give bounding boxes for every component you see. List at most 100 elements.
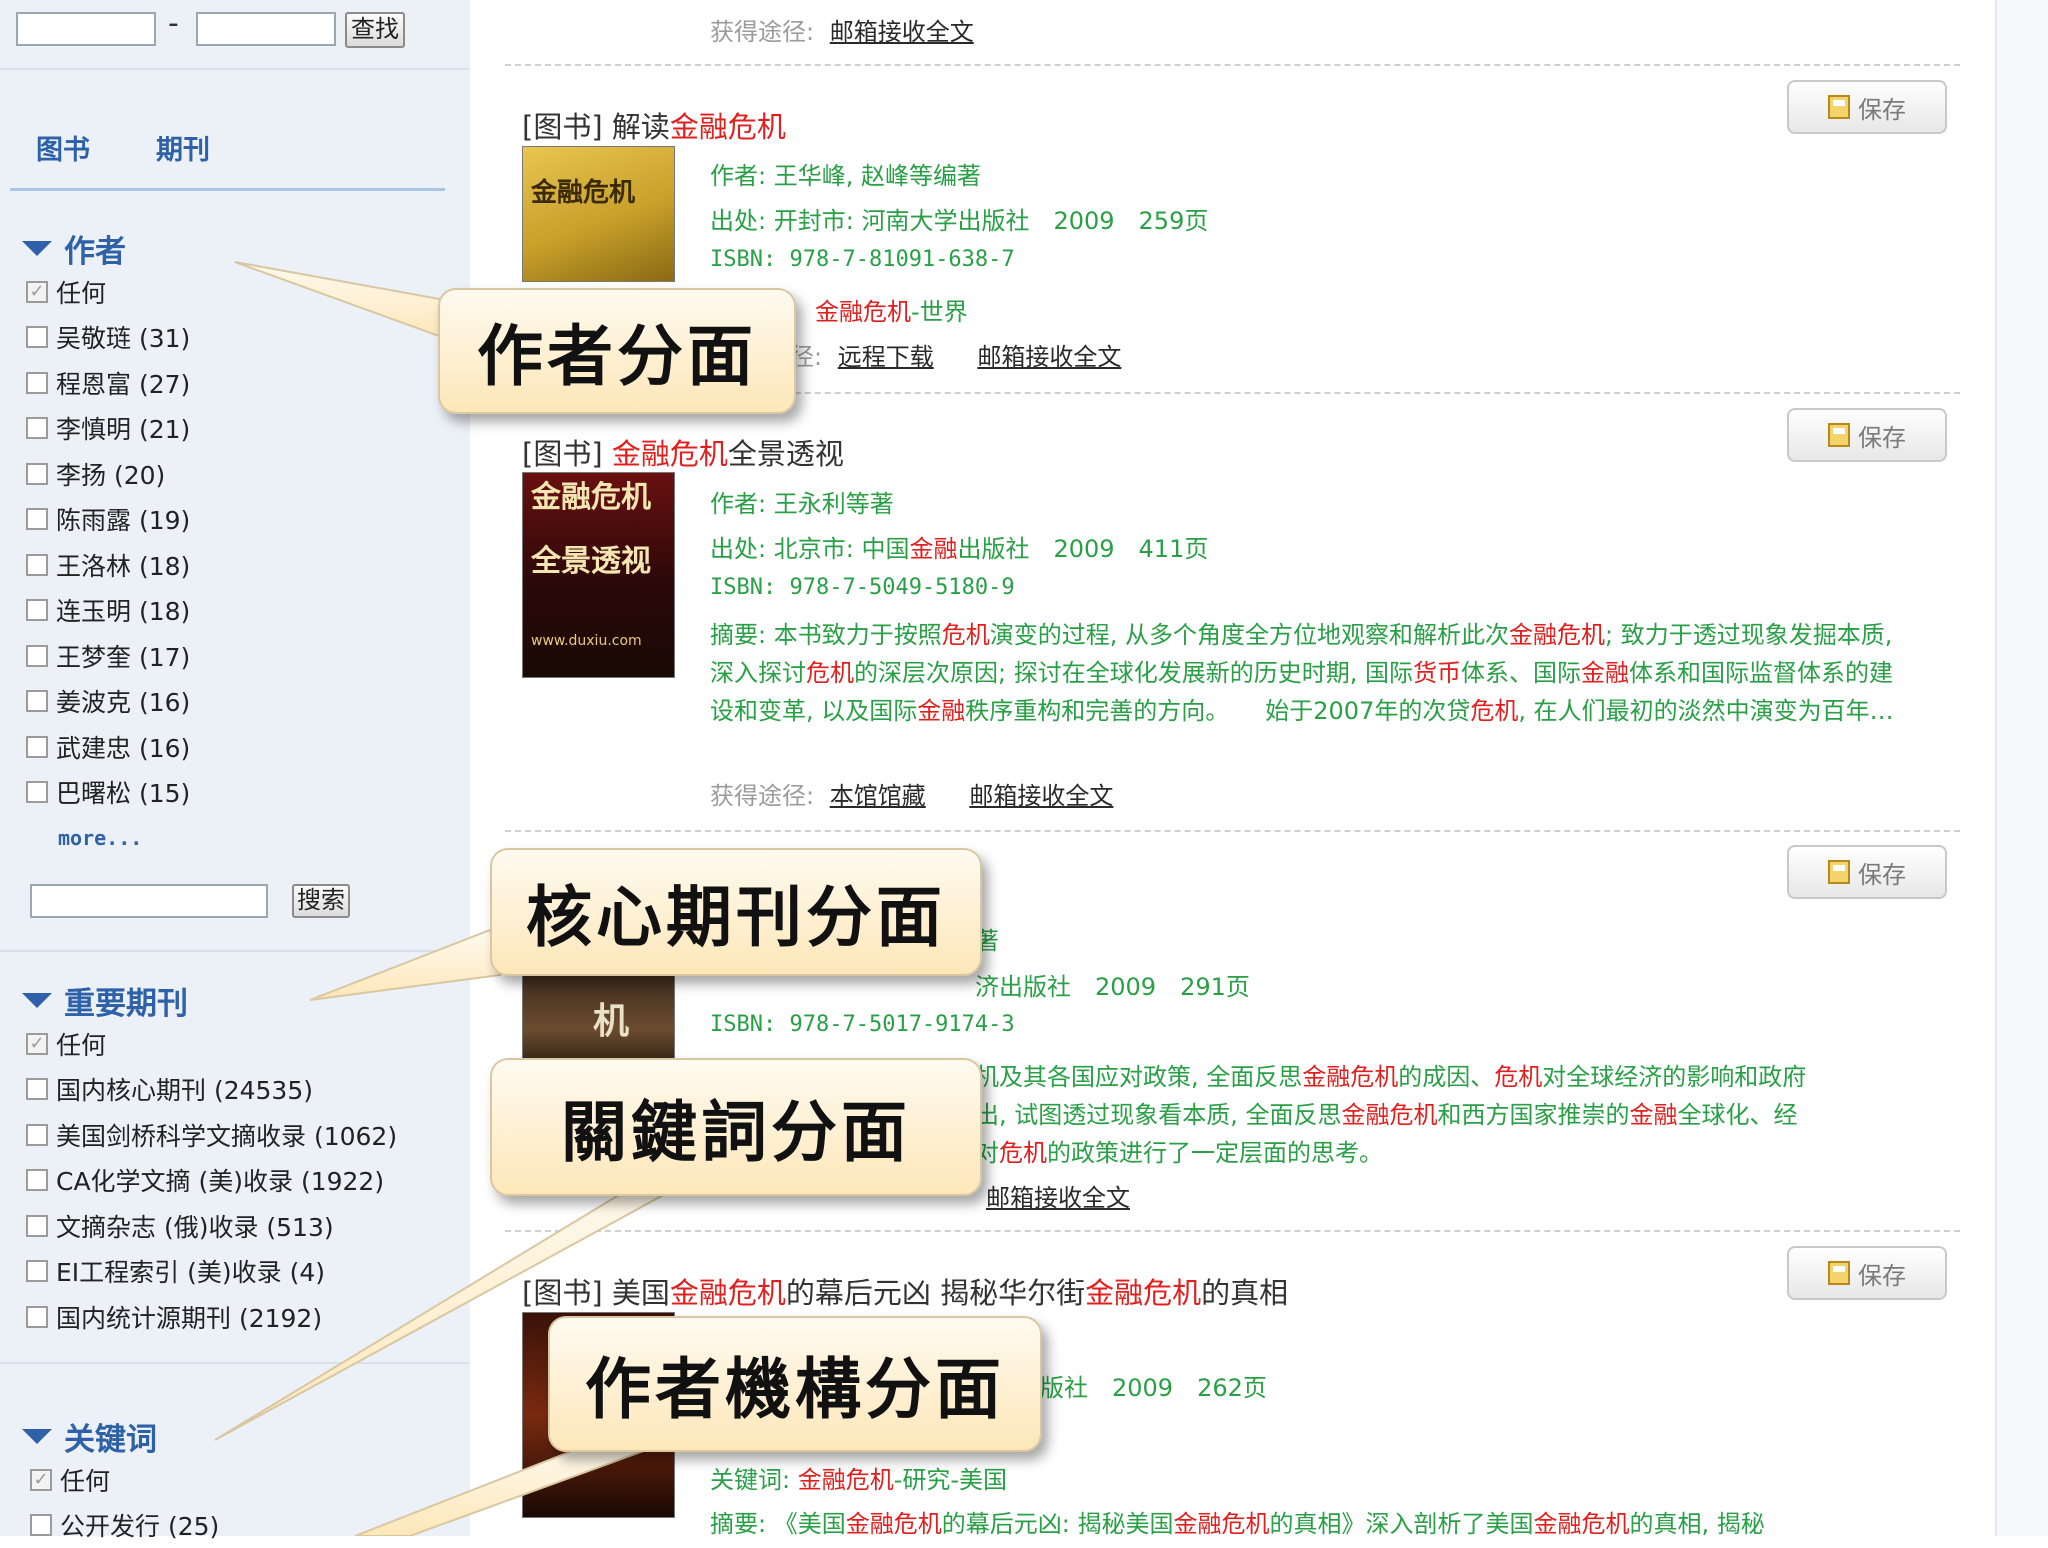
facet-item[interactable]: 吴敬琏 (31) (26, 315, 190, 361)
facet-item[interactable]: 巴曙松 (15) (26, 770, 190, 816)
facet-item[interactable]: 国内统计源期刊 (2192) (26, 1294, 397, 1340)
book-cover[interactable]: 机 (522, 970, 675, 1070)
facet-item[interactable]: 王梦奎 (17) (26, 633, 190, 679)
checkbox[interactable] (26, 645, 48, 667)
result-abstract: 摘要: 本书致力于按照危机演变的过程, 从多个角度全方位地观察和解析此次金融危机… (710, 616, 1900, 730)
facet-item[interactable]: EI工程索引 (美)收录 (4) (26, 1249, 397, 1295)
search-button[interactable]: 查找 (345, 12, 405, 48)
checkbox[interactable] (26, 1169, 48, 1191)
facet-item[interactable]: 公开发行 (25) (30, 1503, 219, 1548)
field-value: 王永利等著 (774, 490, 894, 518)
keyword-facet-title: 关键词 (64, 1414, 157, 1459)
save-button[interactable]: 保存 (1787, 845, 1947, 899)
checkbox[interactable] (26, 1260, 48, 1282)
facet-item[interactable]: 连玉明 (18) (26, 588, 190, 634)
facet-item[interactable]: 陈雨露 (19) (26, 497, 190, 543)
checkbox[interactable] (26, 554, 48, 576)
checkbox[interactable] (26, 417, 48, 439)
facet-item-label: 任何 (56, 1026, 106, 1062)
facet-item[interactable]: 美国剑桥科学文摘收录 (1062) (26, 1112, 397, 1158)
range-from-input[interactable] (16, 12, 156, 46)
title-highlight: 金融危机 (612, 437, 728, 471)
book-cover[interactable]: 金融危机 (522, 146, 675, 282)
save-button[interactable]: 保存 (1787, 1246, 1947, 1300)
journal-facet-header[interactable]: 重要期刊 (22, 978, 188, 1023)
field-label: 摘要: (710, 1510, 766, 1538)
checkbox[interactable] (26, 326, 48, 348)
tab-journals[interactable]: 期刊 (156, 128, 210, 167)
facet-item[interactable]: 李扬 (20) (26, 451, 190, 497)
save-label: 保存 (1858, 1256, 1906, 1291)
facet-item-label: CA化学文摘 (美)收录 (1922) (56, 1162, 384, 1198)
title-text: 美国 (612, 1276, 670, 1310)
title-text: 的幕后元凶 揭秘华尔街 (786, 1276, 1085, 1310)
checkbox[interactable] (26, 508, 48, 530)
facet-item[interactable]: 文摘杂志 (俄)收录 (513) (26, 1203, 397, 1249)
abstract-text: 《美国 (774, 1510, 846, 1538)
more-link[interactable]: more... (58, 826, 142, 850)
checkbox[interactable] (26, 736, 48, 758)
facet-search-input[interactable] (30, 884, 268, 918)
facet-item[interactable]: 程恩富 (27) (26, 360, 190, 406)
result-source: 济出版社 2009 291页 (975, 967, 1250, 1002)
abstract-text: 的政策进行了一定层面的思考。 (1047, 1139, 1383, 1167)
collapse-triangle-icon (22, 241, 52, 256)
checkbox[interactable]: ✓ (26, 281, 48, 303)
facet-item[interactable]: 武建忠 (16) (26, 724, 190, 770)
email-fulltext-link[interactable]: 邮箱接收全文 (977, 343, 1121, 371)
range-to-input[interactable] (196, 12, 336, 46)
source-highlight: 金融 (909, 535, 957, 563)
save-button[interactable]: 保存 (1787, 408, 1947, 462)
save-icon (1828, 423, 1850, 447)
keyword-rest: -世界 (911, 298, 968, 326)
org-facet-callout: 作者機構分面 (548, 1316, 1042, 1452)
search-results-page: - 查找 图书 期刊 作者 ✓任何 吴敬琏 (31) 程恩富 (27) 李慎明 … (0, 0, 2048, 1536)
remote-download-link[interactable]: 远程下载 (838, 343, 934, 371)
keyword-highlight: 金融危机 (798, 1466, 894, 1494)
facet-item[interactable]: 国内核心期刊 (24535) (26, 1067, 397, 1113)
tab-books[interactable]: 图书 (36, 128, 90, 167)
checkbox[interactable] (26, 1215, 48, 1237)
checkbox[interactable] (26, 781, 48, 803)
facet-item-label: 姜波克 (16) (56, 683, 190, 719)
facet-item[interactable]: 姜波克 (16) (26, 679, 190, 725)
abstract-text: , 在人们最初的淡然中演变为百年… (1518, 697, 1893, 725)
library-holding-link[interactable]: 本馆馆藏 (830, 782, 926, 810)
save-button[interactable]: 保存 (1787, 80, 1947, 134)
facet-item[interactable]: 李慎明 (21) (26, 406, 190, 452)
result-title[interactable]: [图书] 金融危机全景透视 (522, 431, 844, 473)
checkbox[interactable]: ✓ (26, 1033, 48, 1055)
checkbox[interactable]: ✓ (30, 1469, 52, 1491)
email-fulltext-link[interactable]: 邮箱接收全文 (969, 782, 1113, 810)
checkbox[interactable] (26, 1306, 48, 1328)
journal-facet-title: 重要期刊 (64, 978, 188, 1023)
result-access-line: 邮箱接收全文 (978, 1178, 1130, 1213)
field-label: ISBN: (710, 247, 776, 272)
checkbox[interactable] (26, 372, 48, 394)
keyword-facet-header[interactable]: 关键词 (22, 1414, 157, 1459)
facet-item[interactable]: 王洛林 (18) (26, 542, 190, 588)
checkbox[interactable] (30, 1514, 52, 1536)
facet-item[interactable]: CA化学文摘 (美)收录 (1922) (26, 1158, 397, 1204)
checkbox[interactable] (26, 690, 48, 712)
abstract-highlight: 金融危机 (1173, 1510, 1269, 1538)
facet-item[interactable]: ✓任何 (30, 1457, 219, 1503)
keyword-facet-callout: 關鍵詞分面 (490, 1058, 982, 1196)
author-facet-header[interactable]: 作者 (22, 226, 126, 271)
sidebar-divider (0, 950, 470, 952)
result-title[interactable]: [图书] 美国金融危机的幕后元凶 揭秘华尔街金融危机的真相 (522, 1270, 1288, 1312)
facet-item-label: 李扬 (20) (56, 456, 165, 492)
facet-item[interactable]: ✓ 任何 (26, 1021, 397, 1067)
checkbox[interactable] (26, 1078, 48, 1100)
checkbox[interactable] (26, 599, 48, 621)
checkbox[interactable] (26, 1124, 48, 1146)
book-cover[interactable]: 金融危机 全景透视 www.duxiu.com (522, 472, 675, 678)
abstract-text: 的深层次原因; 探讨在全球化发展新的历史时期, 国际 (854, 659, 1413, 687)
result-title[interactable]: [图书] 解读金融危机 (522, 104, 786, 146)
facet-search-button[interactable]: 搜索 (292, 884, 350, 918)
checkbox[interactable] (26, 463, 48, 485)
facet-item[interactable]: ✓任何 (26, 269, 190, 315)
cover-title: 金融危机 (531, 177, 666, 210)
email-fulltext-link[interactable]: 邮箱接收全文 (986, 1184, 1130, 1212)
email-fulltext-link[interactable]: 邮箱接收全文 (830, 18, 974, 46)
